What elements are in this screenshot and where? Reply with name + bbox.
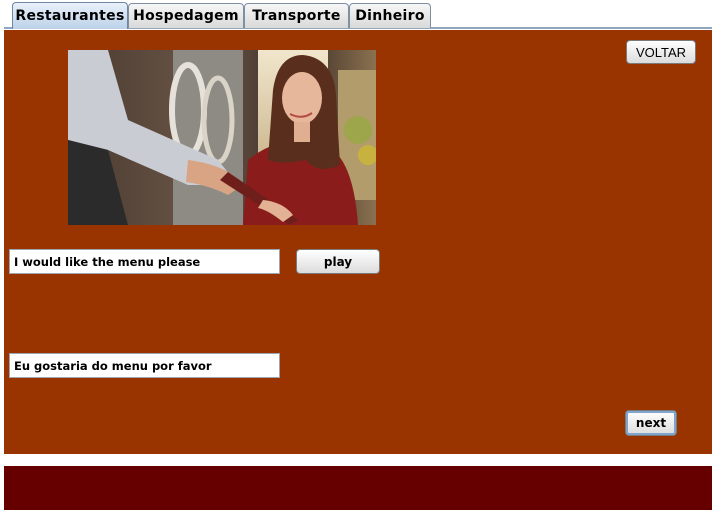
tab-transporte[interactable]: Transporte bbox=[244, 3, 349, 28]
restaurant-photo bbox=[68, 50, 376, 225]
tab-dinheiro[interactable]: Dinheiro bbox=[349, 3, 431, 28]
tab-hospedagem[interactable]: Hospedagem bbox=[128, 3, 244, 28]
footer-bar bbox=[4, 466, 712, 510]
portuguese-phrase-field[interactable]: Eu gostaria do menu por favor bbox=[9, 353, 280, 378]
back-button[interactable]: VOLTAR bbox=[626, 40, 696, 64]
play-button[interactable]: play bbox=[296, 249, 380, 274]
tab-bar: Restaurantes Hospedagem Transporte Dinhe… bbox=[0, 0, 712, 30]
tab-restaurantes[interactable]: Restaurantes bbox=[12, 2, 128, 29]
lesson-panel: VOLTAR I would like the menu please play… bbox=[4, 30, 712, 454]
next-button[interactable]: next bbox=[625, 410, 677, 436]
english-phrase-field[interactable]: I would like the menu please bbox=[9, 249, 280, 274]
